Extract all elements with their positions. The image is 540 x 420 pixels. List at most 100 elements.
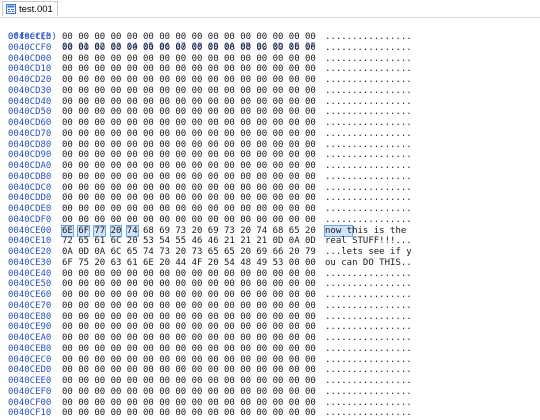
byte-cell[interactable]: 00 <box>240 312 251 322</box>
byte-cell[interactable]: 00 <box>175 129 186 139</box>
byte-cell[interactable]: 00 <box>111 290 122 300</box>
byte-cell[interactable]: 00 <box>111 86 122 96</box>
byte-cell[interactable]: 00 <box>143 183 154 193</box>
byte-cell[interactable]: 00 <box>224 301 235 311</box>
byte-cell[interactable]: 21 <box>240 236 251 246</box>
byte-cell[interactable]: 00 <box>289 107 300 117</box>
byte-cell[interactable]: 00 <box>62 97 73 107</box>
byte-cell[interactable]: 00 <box>143 312 154 322</box>
byte-cell[interactable]: 00 <box>289 86 300 96</box>
byte-cell[interactable]: 00 <box>78 376 89 386</box>
byte-cell[interactable]: 00 <box>62 118 73 128</box>
byte-cell[interactable]: 00 <box>224 333 235 343</box>
byte-cell[interactable]: 6C <box>111 247 122 257</box>
byte-cell[interactable]: 00 <box>78 301 89 311</box>
hex-row[interactable]: 0040CEC0 00 00 00 00 00 00 00 00 00 00 00 00 00 00 00 00… <box>0 355 540 365</box>
byte-cell[interactable]: 00 <box>289 129 300 139</box>
byte-cell[interactable]: 00 <box>305 172 316 182</box>
byte-cell[interactable]: 00 <box>159 204 170 214</box>
byte-cell[interactable]: 00 <box>289 290 300 300</box>
byte-cell[interactable]: 00 <box>143 279 154 289</box>
byte-cell[interactable]: 00 <box>62 54 73 64</box>
byte-cell[interactable]: 00 <box>192 86 203 96</box>
byte-cell[interactable]: 00 <box>159 32 170 42</box>
byte-cell[interactable]: 00 <box>224 344 235 354</box>
byte-cell[interactable]: 00 <box>78 150 89 160</box>
byte-cell[interactable]: 00 <box>111 32 122 42</box>
byte-cell[interactable]: 00 <box>111 140 122 150</box>
byte-cell[interactable]: 74 <box>143 247 154 257</box>
byte-cell[interactable]: 00 <box>175 312 186 322</box>
byte-cell[interactable]: 00 <box>224 150 235 160</box>
byte-cell[interactable]: 00 <box>273 398 284 408</box>
byte-cell[interactable]: 00 <box>143 376 154 386</box>
ascii-text[interactable]: ................ <box>325 269 412 279</box>
hex-row[interactable]: 0040CE80 00 00 00 00 00 00 00 00 00 00 00 00 00 00 00 00… <box>0 312 540 322</box>
byte-cell[interactable]: 00 <box>159 365 170 375</box>
byte-cell[interactable]: 00 <box>256 64 267 74</box>
byte-cell[interactable]: 00 <box>305 43 316 53</box>
byte-cell[interactable]: 00 <box>273 365 284 375</box>
byte-cell[interactable]: 20 <box>94 258 105 268</box>
byte-cell[interactable]: 65 <box>208 247 219 257</box>
byte-cell[interactable]: 00 <box>273 355 284 365</box>
byte-cell[interactable]: 20 <box>240 226 251 236</box>
byte-cell[interactable]: 00 <box>127 32 138 42</box>
byte-cell[interactable]: 00 <box>289 54 300 64</box>
byte-cell[interactable]: 00 <box>94 387 105 397</box>
byte-cell[interactable]: 00 <box>78 54 89 64</box>
ascii-text[interactable]: real STUFF!!!... <box>325 236 412 246</box>
byte-cell[interactable]: 00 <box>256 97 267 107</box>
hex-row[interactable]: 0040CD40 00 00 00 00 00 00 00 00 00 00 00 00 00 00 00 00… <box>0 97 540 107</box>
byte-cell[interactable]: 00 <box>175 376 186 386</box>
byte-cell[interactable]: 00 <box>111 129 122 139</box>
byte-cell[interactable]: 00 <box>143 408 154 418</box>
byte-cell[interactable]: 00 <box>192 204 203 214</box>
byte-cell[interactable]: 68 <box>143 226 154 236</box>
byte-cell[interactable]: 00 <box>143 118 154 128</box>
byte-cell[interactable]: 00 <box>289 376 300 386</box>
byte-cell[interactable]: 00 <box>111 355 122 365</box>
byte-cell[interactable]: 00 <box>305 301 316 311</box>
byte-cell[interactable]: 00 <box>175 32 186 42</box>
byte-cell[interactable]: 00 <box>256 172 267 182</box>
byte-cell[interactable]: 00 <box>224 215 235 225</box>
ascii-text[interactable]: ................ <box>325 86 412 96</box>
byte-cell[interactable]: 00 <box>240 290 251 300</box>
byte-cell[interactable]: 00 <box>208 97 219 107</box>
byte-cell[interactable]: 00 <box>305 204 316 214</box>
byte-cell[interactable]: 00 <box>192 215 203 225</box>
byte-cell[interactable]: 6F <box>62 258 73 268</box>
byte-cell[interactable]: 44 <box>175 258 186 268</box>
byte-cell[interactable]: 00 <box>62 355 73 365</box>
byte-cell[interactable]: 00 <box>289 312 300 322</box>
ascii-text[interactable]: ................ <box>325 172 412 182</box>
byte-cell[interactable]: 00 <box>256 107 267 117</box>
byte-cell[interactable]: 0D <box>305 236 316 246</box>
byte-cell[interactable]: 00 <box>192 75 203 85</box>
byte-cell[interactable]: 00 <box>208 32 219 42</box>
byte-cell[interactable]: 00 <box>159 398 170 408</box>
byte-cell[interactable]: 00 <box>159 355 170 365</box>
byte-cell[interactable]: 00 <box>305 333 316 343</box>
hex-row[interactable]: 0040CDD0 00 00 00 00 00 00 00 00 00 00 00 00 00 00 00 00… <box>0 193 540 203</box>
byte-cell[interactable]: 00 <box>240 32 251 42</box>
byte-cell[interactable]: 00 <box>62 43 73 53</box>
byte-cell[interactable]: 00 <box>240 365 251 375</box>
byte-cell[interactable]: 00 <box>256 355 267 365</box>
byte-cell[interactable]: 00 <box>175 86 186 96</box>
byte-cell[interactable]: 00 <box>208 161 219 171</box>
byte-cell[interactable]: 00 <box>273 408 284 418</box>
byte-cell[interactable]: 00 <box>159 279 170 289</box>
ascii-text[interactable]: ................ <box>325 140 412 150</box>
byte-cell[interactable]: 65 <box>127 247 138 257</box>
byte-cell[interactable]: 00 <box>78 398 89 408</box>
byte-cell[interactable]: 00 <box>273 387 284 397</box>
byte-cell[interactable]: 00 <box>127 215 138 225</box>
byte-cell[interactable]: 00 <box>192 269 203 279</box>
byte-cell[interactable]: 00 <box>273 107 284 117</box>
byte-cell[interactable]: 00 <box>175 408 186 418</box>
byte-cell[interactable]: 65 <box>289 226 300 236</box>
byte-cell[interactable]: 00 <box>273 43 284 53</box>
byte-cell[interactable]: 00 <box>127 86 138 96</box>
